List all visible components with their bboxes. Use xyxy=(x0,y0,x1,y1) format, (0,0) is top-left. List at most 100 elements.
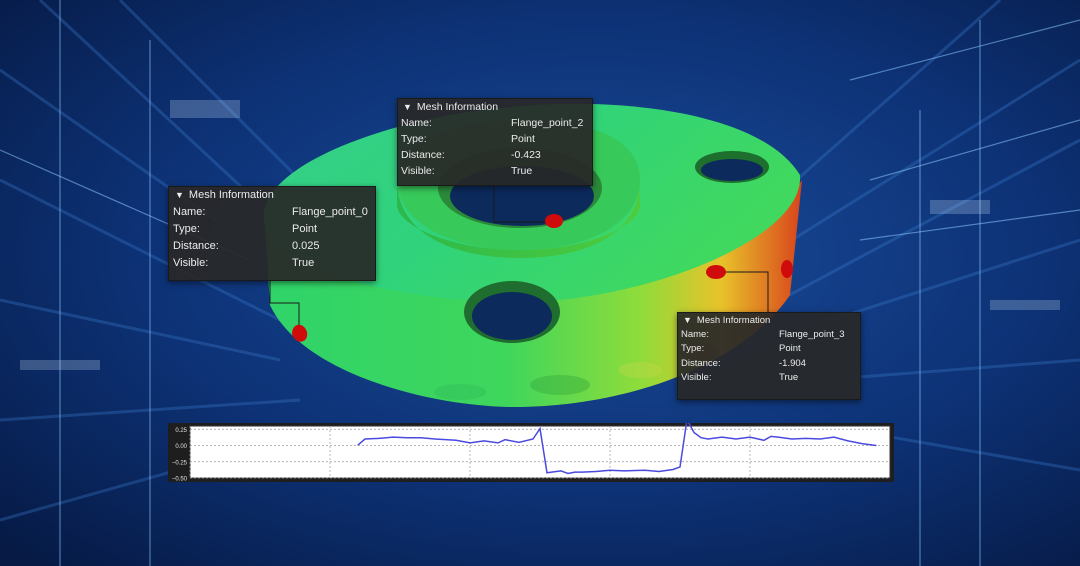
deviation-plot[interactable]: 0.25 0.00 −0.25 −0.50 xyxy=(168,423,894,482)
data-point xyxy=(693,431,695,434)
data-point xyxy=(518,441,520,443)
data-point xyxy=(672,468,674,471)
plot-area xyxy=(189,425,891,479)
info-label: Type: xyxy=(173,222,200,235)
triangle-down-icon[interactable]: ▼ xyxy=(175,190,184,200)
data-point xyxy=(777,436,779,438)
info-value: 0.025 xyxy=(292,239,320,252)
y-tick-label: −0.25 xyxy=(172,460,188,466)
info-value: Point xyxy=(511,133,535,145)
data-point xyxy=(392,436,394,438)
info-row-distance: Distance: -0.423 xyxy=(398,147,592,163)
mesh-info-panel-flange-point-0: ▼ Mesh Information Name: Flange_point_0 T… xyxy=(168,186,376,281)
triangle-down-icon[interactable]: ▼ xyxy=(403,102,412,112)
data-point xyxy=(595,470,597,473)
marker-flange-point-3[interactable] xyxy=(706,265,726,279)
y-tick-label: −0.50 xyxy=(172,477,188,483)
info-label: Name: xyxy=(173,205,206,218)
info-row-type: Type: Point xyxy=(169,220,375,237)
data-point xyxy=(539,428,541,430)
data-point xyxy=(609,469,611,471)
info-value: True xyxy=(779,372,799,384)
data-point xyxy=(770,435,772,437)
data-point xyxy=(875,444,877,447)
data-point xyxy=(623,470,625,472)
data-point xyxy=(763,439,765,441)
mesh-info-header[interactable]: ▼ Mesh Information xyxy=(678,313,860,327)
info-label: Visible: xyxy=(681,372,712,384)
data-point xyxy=(546,472,548,474)
info-label: Type: xyxy=(681,343,705,355)
data-point xyxy=(504,439,506,441)
mesh-info-title: Mesh Information xyxy=(696,314,771,326)
data-point xyxy=(532,438,534,440)
data-point xyxy=(721,436,723,438)
info-row-distance: Distance: -1.904 xyxy=(678,356,860,371)
data-point xyxy=(567,472,569,475)
info-row-type: Type: Point xyxy=(398,131,592,147)
triangle-down-icon[interactable]: ▼ xyxy=(683,315,692,325)
info-label: Visible: xyxy=(173,256,209,269)
mesh-info-title: Mesh Information xyxy=(188,189,274,201)
info-row-name: Name: Flange_point_0 xyxy=(169,203,375,220)
data-point xyxy=(434,438,436,440)
info-row-visible: Visible: True xyxy=(398,163,592,179)
data-point xyxy=(707,438,709,440)
mesh-info-header[interactable]: ▼ Mesh Information xyxy=(169,187,375,203)
data-point xyxy=(574,471,576,473)
info-value: Point xyxy=(292,222,318,235)
info-value: Flange_point_3 xyxy=(779,328,845,340)
mesh-info-header[interactable]: ▼ Mesh Information xyxy=(398,99,592,115)
data-point xyxy=(469,442,471,444)
data-point xyxy=(455,439,457,441)
info-label: Distance: xyxy=(681,357,721,369)
data-point xyxy=(679,466,681,468)
info-row-visible: Visible: True xyxy=(678,371,860,386)
info-value: Flange_point_2 xyxy=(511,117,584,129)
info-value: True xyxy=(292,256,315,269)
info-row-distance: Distance: 0.025 xyxy=(169,237,375,254)
bolt-hole-front-through xyxy=(472,292,552,340)
data-point xyxy=(819,438,821,440)
info-value: -0.423 xyxy=(511,149,541,161)
data-point xyxy=(420,437,422,439)
data-point xyxy=(700,437,702,439)
info-row-type: Type: Point xyxy=(678,342,860,357)
marker-flange-point-2[interactable] xyxy=(545,214,563,228)
data-point xyxy=(560,470,562,472)
data-point xyxy=(357,444,359,446)
info-row-name: Name: Flange_point_2 xyxy=(398,115,592,131)
info-value: Point xyxy=(779,343,801,355)
data-point xyxy=(749,436,751,438)
data-point xyxy=(378,437,380,439)
data-point xyxy=(658,470,660,473)
info-label: Type: xyxy=(401,133,427,145)
mesh-info-panel-flange-point-3: ▼ Mesh Information Name: Flange_point_3 T… xyxy=(677,312,861,400)
data-point xyxy=(735,438,737,440)
info-row-visible: Visible: True xyxy=(169,254,375,271)
info-value: Flange_point_0 xyxy=(292,205,368,218)
info-value: True xyxy=(511,165,533,177)
mesh-info-title: Mesh Information xyxy=(416,101,499,113)
bolt-hole-right-through xyxy=(701,159,763,181)
data-point xyxy=(483,440,485,442)
data-point xyxy=(805,437,807,439)
mesh-info-panel-flange-point-2: ▼ Mesh Information Name: Flange_point_2 T… xyxy=(397,98,593,186)
data-point xyxy=(833,436,835,438)
info-label: Name: xyxy=(401,117,432,129)
data-point xyxy=(364,438,366,440)
y-tick-label: 0.00 xyxy=(175,444,187,450)
info-label: Distance: xyxy=(173,239,219,252)
data-point xyxy=(581,471,583,473)
data-point xyxy=(644,469,646,471)
info-row-name: Name: Flange_point_3 xyxy=(678,327,860,342)
marker-edge-point[interactable] xyxy=(781,260,793,278)
data-point xyxy=(861,442,863,445)
data-point xyxy=(406,437,408,439)
data-point xyxy=(791,438,793,440)
info-label: Visible: xyxy=(401,165,435,177)
y-tick-label: 0.25 xyxy=(175,428,187,434)
info-label: Distance: xyxy=(401,149,445,161)
info-value: -1.904 xyxy=(779,357,806,369)
data-point xyxy=(497,442,499,444)
